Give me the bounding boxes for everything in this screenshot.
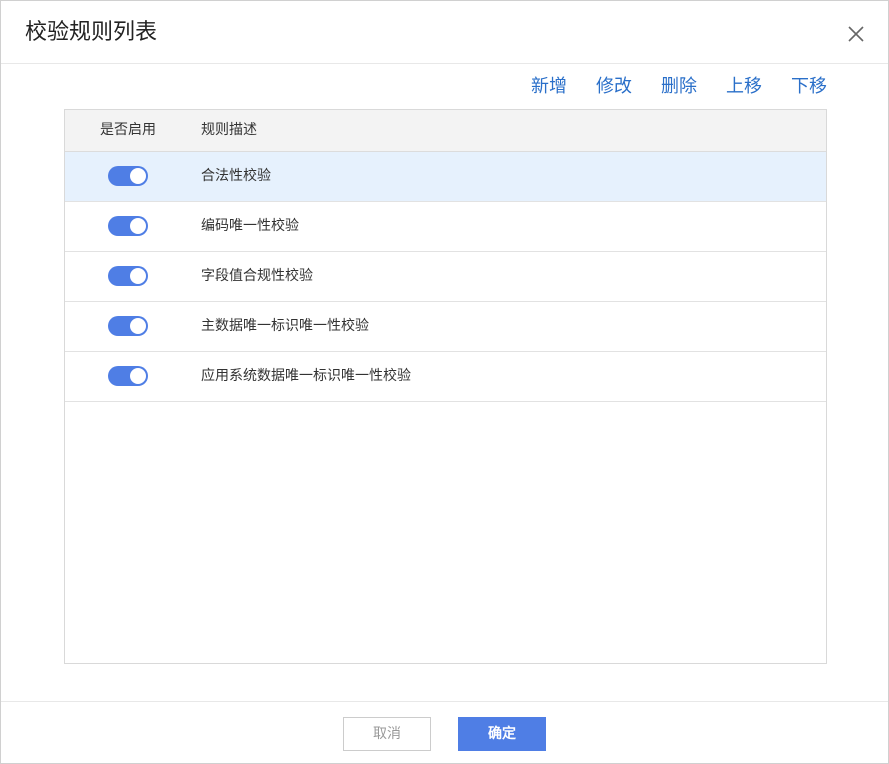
dialog-header: 校验规则列表 — [1, 1, 888, 64]
ok-button[interactable]: 确定 — [458, 717, 546, 751]
dialog-footer: 取消 确定 — [1, 701, 888, 764]
table-row[interactable]: 编码唯一性校验 — [65, 202, 826, 252]
table-row[interactable]: 应用系统数据唯一标识唯一性校验 — [65, 352, 826, 402]
dialog-title: 校验规则列表 — [25, 20, 158, 45]
add-button[interactable]: 新增 — [531, 74, 567, 100]
delete-button[interactable]: 删除 — [661, 74, 697, 100]
table-row[interactable]: 字段值合规性校验 — [65, 252, 826, 302]
toggle-knob — [130, 318, 146, 334]
toggle-knob — [130, 368, 146, 384]
enable-toggle[interactable] — [108, 166, 148, 186]
column-header-enabled[interactable]: 是否启用 — [65, 110, 191, 151]
toggle-knob — [130, 268, 146, 284]
enable-toggle[interactable] — [108, 366, 148, 386]
edit-button[interactable]: 修改 — [596, 74, 632, 100]
cancel-button[interactable]: 取消 — [343, 717, 431, 751]
enable-toggle[interactable] — [108, 216, 148, 236]
enable-toggle[interactable] — [108, 266, 148, 286]
rule-description: 主数据唯一标识唯一性校验 — [201, 318, 369, 334]
rule-description: 字段值合规性校验 — [201, 268, 313, 284]
move-down-button[interactable]: 下移 — [791, 74, 827, 100]
dialog: 校验规则列表 新增 修改 删除 上移 下移 是否启用 规则描述 合法性校验 编码… — [0, 0, 889, 764]
rule-description: 编码唯一性校验 — [201, 218, 299, 234]
rule-description: 应用系统数据唯一标识唯一性校验 — [201, 368, 411, 384]
toggle-knob — [130, 168, 146, 184]
rules-table: 是否启用 规则描述 合法性校验 编码唯一性校验 字段值合规性校验 主数据唯一标识… — [64, 109, 827, 664]
column-header-description[interactable]: 规则描述 — [201, 110, 257, 151]
table-row[interactable]: 主数据唯一标识唯一性校验 — [65, 302, 826, 352]
toolbar: 新增 修改 删除 上移 下移 — [502, 74, 827, 100]
close-icon[interactable] — [846, 24, 866, 44]
table-row[interactable]: 合法性校验 — [65, 152, 826, 202]
move-up-button[interactable]: 上移 — [726, 74, 762, 100]
rule-description: 合法性校验 — [201, 168, 271, 184]
toggle-knob — [130, 218, 146, 234]
table-header: 是否启用 规则描述 — [65, 110, 826, 152]
enable-toggle[interactable] — [108, 316, 148, 336]
